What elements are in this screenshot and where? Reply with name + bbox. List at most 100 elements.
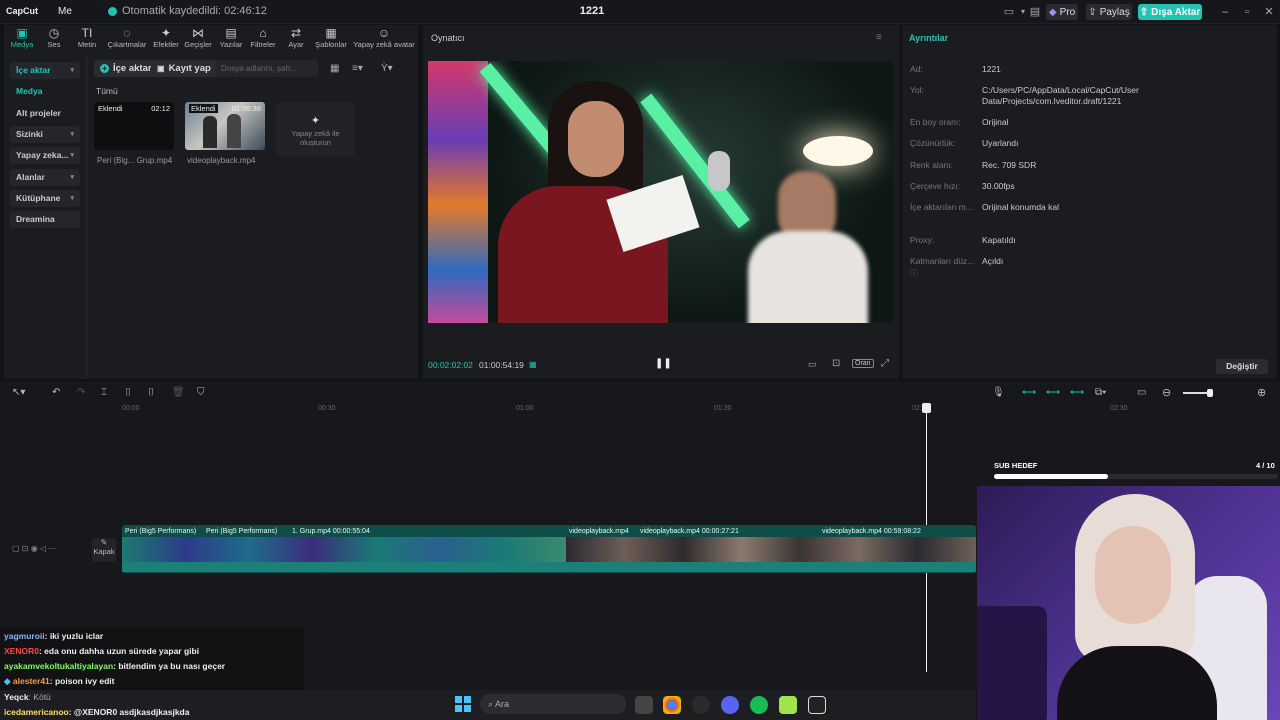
chat-message: XENOR0: eda onu dahha uzun sürede yapar … <box>4 646 200 656</box>
close-icon[interactable]: ✕ <box>1262 5 1276 19</box>
tab-adjust[interactable]: ⇄ Ayar <box>276 26 316 52</box>
streamer-face <box>1095 526 1171 624</box>
link-icon[interactable]: ⟷ <box>1022 387 1036 398</box>
zoom-out-icon[interactable]: ⊖ <box>1162 386 1171 399</box>
detail-label: İçe aktarılan m... <box>910 202 973 212</box>
microphone <box>708 151 730 191</box>
ratio-button[interactable]: Oran <box>852 359 874 368</box>
magnet-icon[interactable]: ⟷ <box>1046 387 1060 398</box>
caption-icon[interactable]: ▭ <box>1137 387 1146 398</box>
media-item[interactable]: Eklendi 02:12 <box>94 102 174 150</box>
change-button[interactable]: Değiştir <box>1216 359 1268 374</box>
track-controls[interactable]: ▢ ⊡ ◉ ◁ ⋯ <box>12 544 56 553</box>
info-icon[interactable]: ⓘ <box>910 268 918 279</box>
media-item-name: videoplayback.mp4 <box>187 156 256 165</box>
studio-lamp <box>803 136 873 166</box>
discord-icon[interactable] <box>721 696 739 714</box>
undo-icon[interactable]: ↶ <box>52 387 60 398</box>
chevron-down-icon: ▾ <box>70 152 74 159</box>
clip-thumbnails <box>566 537 976 562</box>
microphone-icon[interactable]: 🎙 <box>992 387 1005 398</box>
adjust-icon: ⇄ <box>290 26 302 40</box>
grid-view-icon[interactable]: ▦ <box>330 63 339 74</box>
sort-icon[interactable]: ≡▾ <box>352 63 363 74</box>
tab-stickers[interactable]: ◌ Çıkartmalar <box>106 26 148 52</box>
timeline-mini-icon[interactable]: ▦ <box>529 360 537 369</box>
detail-label: Renk alanı: <box>910 160 953 170</box>
tab-ai-avatar[interactable]: ☺ Yapay zekâ avatar <box>350 26 418 52</box>
pause-icon[interactable]: ❚❚ <box>655 358 672 369</box>
detail-label: Yol: <box>910 85 924 95</box>
zoom-in-icon[interactable]: ⊕ <box>1257 386 1266 399</box>
thumb-figure <box>203 116 217 148</box>
current-time: 00:02:02:02 <box>428 360 473 370</box>
record-button[interactable]: ▣ Kayıt yap <box>151 60 217 77</box>
media-search-input[interactable]: Dosya adlarını, şah... <box>215 60 318 77</box>
sidebar-item-yours[interactable]: Sizinki ▾ <box>10 126 80 143</box>
snapshot-icon[interactable]: ⊡ <box>832 358 840 369</box>
delete-icon[interactable]: 🗑 <box>172 387 185 398</box>
filter-icon[interactable]: Ỳ▾ <box>381 63 393 74</box>
import-button[interactable]: + İçe aktar <box>94 60 158 77</box>
clip-label: videoplayback.mp4 <box>569 528 629 535</box>
minimize-icon[interactable]: – <box>1218 5 1232 19</box>
spotify-icon[interactable] <box>750 696 768 714</box>
sidebar-item-subprojects[interactable]: Alt projeler <box>10 105 80 122</box>
sidebar-divider <box>86 55 87 379</box>
task-view-icon[interactable] <box>635 696 653 714</box>
maximize-icon[interactable]: ▫ <box>1240 5 1254 19</box>
trim-right-icon[interactable]: ⌷ <box>148 387 154 398</box>
media-item[interactable]: Eklendi 01:06:38 <box>185 102 265 150</box>
cover-button[interactable]: ✎ Kapak <box>92 538 116 562</box>
autosave-status: Otomatik kaydedildi: 02:46:12 <box>108 5 267 17</box>
detail-value: Rec. 709 SDR <box>982 160 1037 170</box>
export-button[interactable]: ⇧ Dışa Aktar <box>1138 4 1202 20</box>
sidebar-item-spaces[interactable]: Alanlar ▾ <box>10 169 80 186</box>
ruler-tick-label: 02:30 <box>1110 405 1128 412</box>
snap-icon[interactable]: ⟷ <box>1070 387 1084 398</box>
streamer-top <box>1057 646 1217 720</box>
select-tool-icon[interactable]: ↖▾ <box>12 387 25 398</box>
sidebar-item-import[interactable]: İçe aktar ▾ <box>10 62 80 79</box>
windows-start-icon[interactable] <box>455 696 471 712</box>
detail-label: Proxy: <box>910 235 935 245</box>
ai-create-card[interactable]: ✦ Yapay zekâ ile oluşturun <box>276 102 355 156</box>
sidebar-item-library[interactable]: Kütüphane ▾ <box>10 190 80 207</box>
quality-icon[interactable]: ▭ <box>808 359 817 370</box>
tab-text[interactable]: TI Metin <box>67 26 107 52</box>
menu-icon[interactable]: ≡ <box>876 32 882 43</box>
clip-label: Peri (Big5 Performans) <box>125 528 197 535</box>
clip-label: videoplayback.mp4 00:59:08:22 <box>822 528 921 535</box>
chrome-icon[interactable] <box>663 696 681 714</box>
sidebar-item-dreamina[interactable]: Dreamina <box>10 211 80 228</box>
split-icon[interactable]: ⌶ <box>101 387 107 398</box>
zoom-slider-handle[interactable] <box>1207 389 1213 397</box>
details-title: Ayrıntılar <box>909 33 949 43</box>
pro-button[interactable]: ◆ Pro <box>1046 4 1078 20</box>
fullscreen-icon[interactable]: ⤢ <box>881 358 889 369</box>
shortcut-icon[interactable]: ▤ <box>1028 5 1042 19</box>
tab-templates[interactable]: ▦ Şablonlar <box>311 26 351 52</box>
menu-button[interactable]: Me <box>58 6 72 17</box>
detail-value: Orijinal konumda kal <box>982 202 1060 212</box>
preview-axis-icon[interactable]: ⧉▾ <box>1095 387 1106 398</box>
taskbar-search-input[interactable]: ⌕ Ara <box>480 694 626 714</box>
trim-left-icon[interactable]: ⌷ <box>125 387 131 398</box>
playhead-handle[interactable] <box>922 403 931 413</box>
detail-value: 30.00fps <box>982 181 1015 191</box>
redo-icon[interactable]: ↷ <box>77 387 85 398</box>
singer-face <box>568 101 624 177</box>
share-button[interactable]: ⇪ Paylaş <box>1086 4 1132 20</box>
sidebar-item-ai[interactable]: Yapay zeka... ▾ <box>10 147 80 164</box>
shield-icon[interactable]: ⛉ <box>197 387 205 398</box>
live-app-icon[interactable] <box>779 696 797 714</box>
capcut-taskbar-icon[interactable] <box>808 696 826 714</box>
clip-label: 1. Grup.mp4 00:00:55:04 <box>292 528 370 535</box>
filter-all-label[interactable]: Tümü <box>96 86 118 96</box>
search-icon: ⌕ <box>488 699 496 709</box>
layout-icon[interactable]: ▭ <box>1002 5 1016 19</box>
total-time: 01:00:54:19 <box>479 360 524 370</box>
obs-icon[interactable] <box>692 696 710 714</box>
sidebar-item-media[interactable]: Medya <box>10 83 80 100</box>
video-preview[interactable] <box>428 61 893 323</box>
